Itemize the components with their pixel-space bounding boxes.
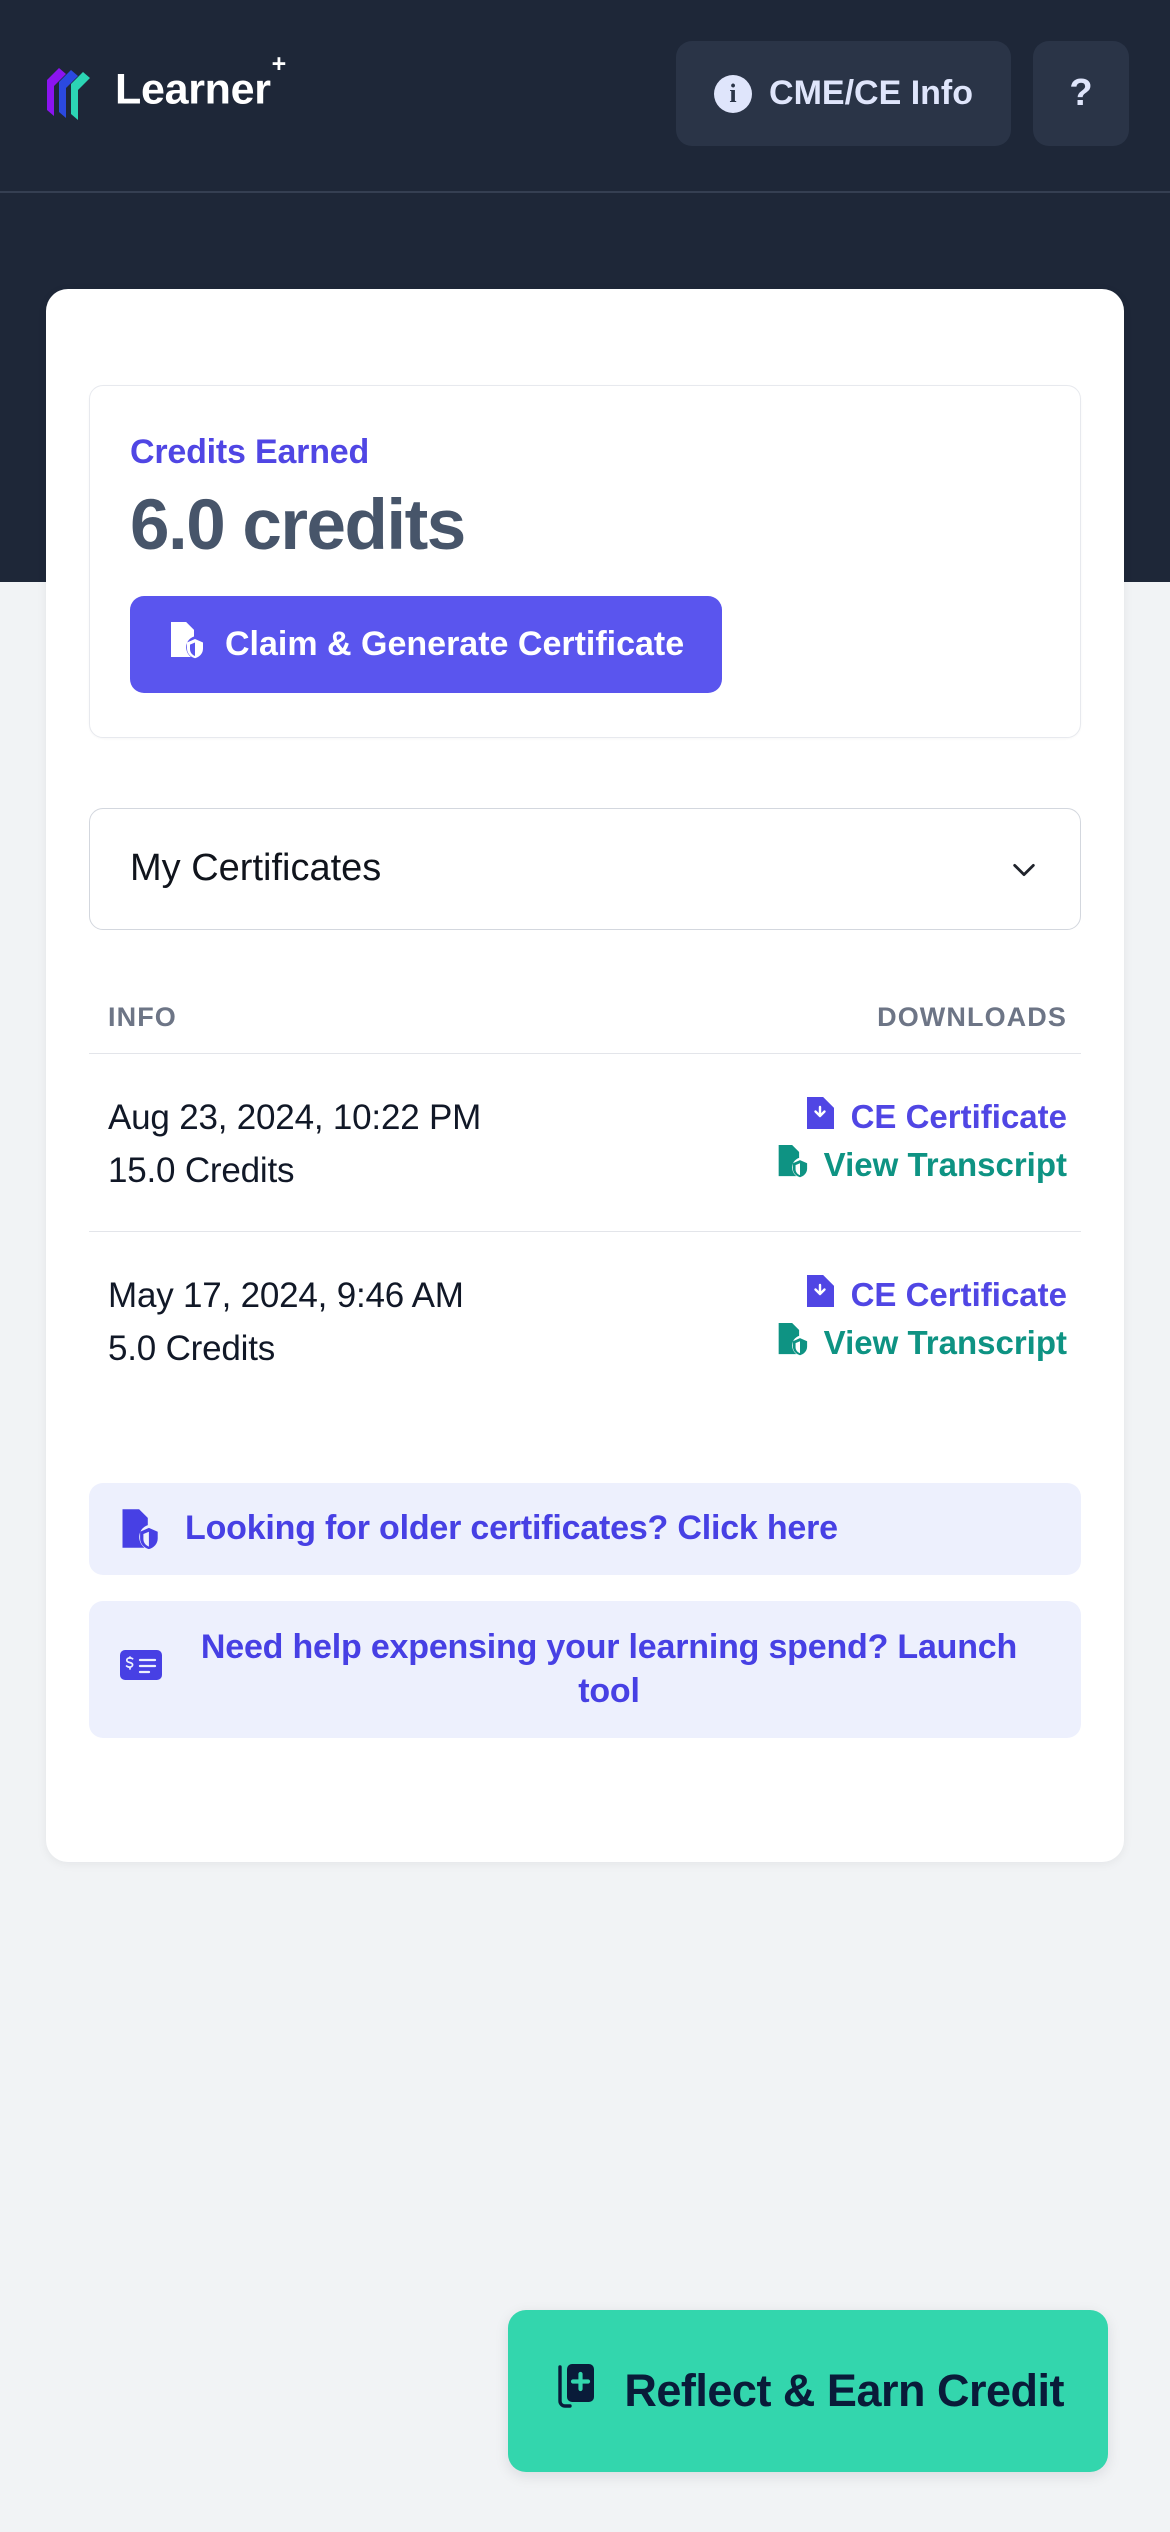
- document-shield-icon: [776, 1143, 808, 1187]
- certificates-select-value: My Certificates: [130, 847, 382, 890]
- older-certificates-banner[interactable]: Looking for older certificates? Click he…: [89, 1482, 1081, 1575]
- help-button[interactable]: ?: [1033, 41, 1129, 146]
- certificates-panel: Credits Earned 6.0 credits Claim & Gener…: [46, 289, 1124, 1863]
- certificate-downloads-cell: CE Certificate View Transcript: [776, 1274, 1081, 1365]
- document-shield-icon: [168, 620, 204, 669]
- credits-earned-label: Credits Earned: [130, 433, 370, 471]
- certificate-info-cell: Aug 23, 2024, 10:22 PM 15.0 Credits: [108, 1096, 481, 1191]
- certificates-select-wrapper: My Certificates: [89, 807, 1081, 930]
- expense-tool-label: Need help expensing your learning spend?…: [200, 1627, 1018, 1711]
- cme-ce-info-label: CME/CE Info: [769, 74, 973, 112]
- certificate-credits: 15.0 Credits: [108, 1150, 295, 1190]
- certificate-date: May 17, 2024, 9:46 AM: [108, 1275, 464, 1315]
- card-bottom-spacer: [46, 1738, 1124, 1862]
- expense-tool-banner[interactable]: Need help expensing your learning spend?…: [89, 1600, 1081, 1739]
- certificate-credits: 5.0 Credits: [108, 1328, 276, 1368]
- reflect-earn-credit-label: Reflect & Earn Credit: [624, 2365, 1064, 2416]
- cme-ce-info-button[interactable]: i CME/CE Info: [676, 41, 1011, 146]
- ce-certificate-label: CE Certificate: [850, 1275, 1067, 1313]
- certificates-table: INFO DOWNLOADS Aug 23, 2024, 10:22 PM 15…: [89, 1002, 1081, 1409]
- certificate-downloads-cell: CE Certificate View Transcript: [776, 1096, 1081, 1187]
- app-header: Learner+ i CME/CE Info ?: [0, 0, 1170, 193]
- file-download-icon: [805, 1096, 835, 1138]
- header-actions: i CME/CE Info ?: [676, 41, 1129, 146]
- table-header-row: INFO DOWNLOADS: [89, 1002, 1081, 1054]
- ce-certificate-link[interactable]: CE Certificate: [805, 1274, 1067, 1316]
- info-icon: i: [714, 74, 753, 113]
- certificate-info-cell: May 17, 2024, 9:46 AM 5.0 Credits: [108, 1274, 464, 1369]
- column-header-downloads: DOWNLOADS: [877, 1001, 1067, 1032]
- document-shield-icon: [776, 1321, 808, 1365]
- table-row: May 17, 2024, 9:46 AM 5.0 Credits CE Cer…: [89, 1232, 1081, 1409]
- brand-superscript: +: [271, 50, 287, 79]
- view-transcript-link[interactable]: View Transcript: [776, 1143, 1067, 1187]
- certificates-select[interactable]: My Certificates: [89, 807, 1081, 930]
- certificate-date: Aug 23, 2024, 10:22 PM: [108, 1097, 482, 1137]
- credits-earned-value: 6.0 credits: [130, 486, 466, 565]
- claim-generate-certificate-button[interactable]: Claim & Generate Certificate: [130, 595, 723, 693]
- view-transcript-label: View Transcript: [823, 1323, 1067, 1361]
- learner-logo-icon: [44, 58, 98, 122]
- medical-note-plus-icon: [552, 2361, 598, 2422]
- older-certificates-label: Looking for older certificates? Click he…: [185, 1509, 838, 1548]
- ce-certificate-label: CE Certificate: [850, 1097, 1067, 1135]
- document-shield-icon: [119, 1507, 163, 1551]
- chevron-down-icon: [1008, 853, 1040, 885]
- credits-earned-card: Credits Earned 6.0 credits Claim & Gener…: [89, 385, 1081, 738]
- floating-cta-area: Reflect & Earn Credit: [0, 2310, 1170, 2532]
- column-header-info: INFO: [108, 1001, 177, 1032]
- promo-banners: Looking for older certificates? Click he…: [89, 1482, 1081, 1739]
- file-download-icon: [805, 1274, 835, 1316]
- app-root: Learner+ i CME/CE Info ? Credits Earned …: [0, 0, 1170, 2532]
- brand-name: Learner+: [115, 50, 286, 114]
- view-transcript-link[interactable]: View Transcript: [776, 1321, 1067, 1365]
- view-transcript-label: View Transcript: [823, 1145, 1067, 1183]
- reflect-earn-credit-button[interactable]: Reflect & Earn Credit: [508, 2310, 1108, 2472]
- receipt-icon: [119, 1647, 163, 1691]
- claim-generate-certificate-label: Claim & Generate Certificate: [225, 624, 685, 663]
- table-row: Aug 23, 2024, 10:22 PM 15.0 Credits CE C…: [89, 1054, 1081, 1232]
- ce-certificate-link[interactable]: CE Certificate: [805, 1096, 1067, 1138]
- brand-logo[interactable]: Learner+: [44, 50, 286, 122]
